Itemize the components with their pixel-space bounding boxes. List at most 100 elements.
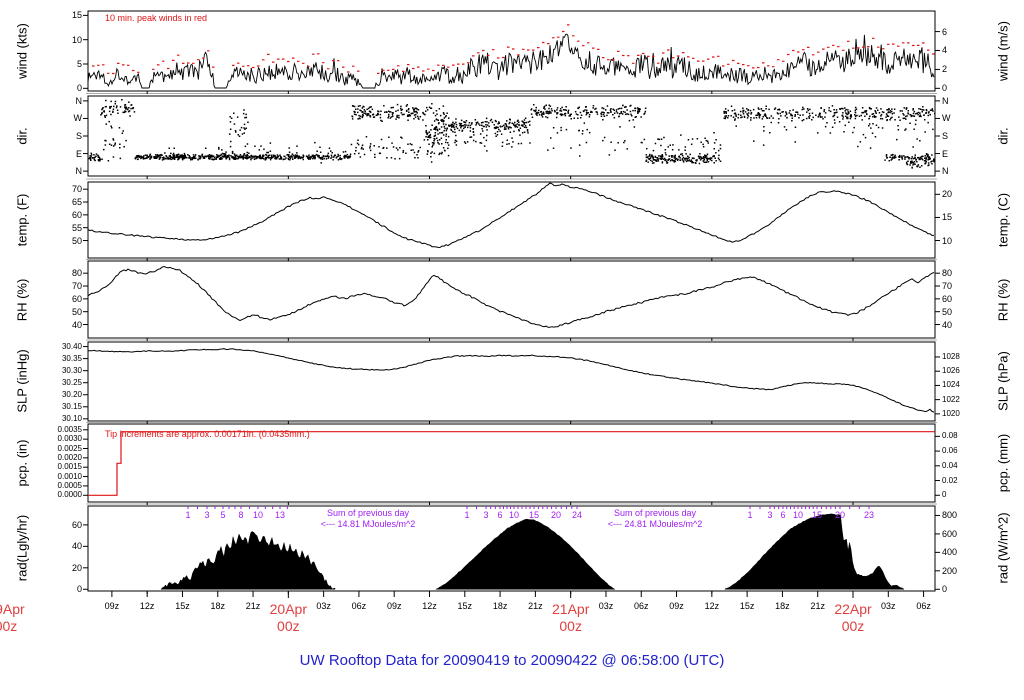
y-tick-label-left: 0.0035: [57, 424, 82, 434]
y-tick-label-left: 30.40: [61, 341, 82, 351]
x-tick-label: 21z: [810, 601, 825, 611]
y-tick-label-left: 0: [76, 83, 82, 94]
x-tick-label: 12z: [422, 601, 437, 611]
y-tick-label-left: N: [75, 166, 83, 177]
y-tick-label-right: E: [942, 148, 949, 159]
y-tick-label-right: 0: [942, 83, 948, 94]
y-tick-label-left: 60: [71, 519, 82, 530]
rad-cumulative-label: 3: [483, 510, 489, 520]
rad-sum-day1-line1: Sum of previous day: [326, 508, 410, 518]
rad-series-day1: [160, 531, 336, 590]
y-tick-label-left: 70: [71, 184, 82, 195]
panel-wind-frame: [87, 10, 936, 92]
y-tick-label-left: 30.25: [61, 377, 82, 387]
y-tick-label-right: 1026: [942, 366, 960, 376]
y-tick-label-right: 1022: [942, 394, 960, 404]
slp-right-axis-label: SLP (hPa): [995, 351, 1011, 411]
rad-sum-day2-line1: Sum of previous day: [613, 508, 697, 518]
y-tick-label-left: 70: [71, 281, 82, 292]
y-tick-label-left: 0.0010: [57, 471, 82, 481]
x-tick-label: 03z: [316, 601, 331, 611]
rad-cumulative-label: 1: [464, 510, 470, 520]
y-tick-label-right: 20: [942, 189, 953, 200]
y-tick-label-left: 0.0025: [57, 443, 82, 453]
x-tick-label: 03z: [881, 601, 896, 611]
temp-right-axis-label: temp. (C): [995, 192, 1011, 248]
x-tick-label: 03z: [598, 601, 614, 611]
wind-left-axis-label: wind (kts): [14, 23, 30, 79]
y-tick-label-right: 400: [942, 547, 958, 558]
x-tick-label: 15z: [457, 601, 473, 611]
panel-rh-frame: [87, 260, 936, 339]
y-tick-label-left: 50: [71, 306, 82, 317]
y-tick-label-right: 6: [942, 26, 948, 37]
x-date-label-hour: 00z: [277, 618, 300, 634]
x-tick-label: 09z: [386, 601, 402, 611]
rad-cumulative-label: 6: [497, 510, 503, 520]
y-tick-label-left: 30.30: [61, 365, 82, 375]
y-tick-label-right: 800: [942, 510, 958, 521]
y-tick-label-left: 0.0005: [57, 480, 82, 490]
y-tick-label-left: 0.0015: [57, 462, 82, 472]
rad-cumulative-label: 15: [528, 510, 540, 520]
x-date-label-day: 20Apr: [269, 601, 308, 617]
rad-cumulative-label: 10: [508, 510, 520, 520]
y-tick-label-left: 5: [76, 59, 82, 69]
y-tick-label-right: 50: [942, 306, 953, 317]
x-tick-label: 06z: [916, 601, 931, 611]
rad-cumulative-label: 3: [204, 510, 210, 520]
rad-sum-day2-line2: <--- 24.81 MJoules/m^2: [607, 519, 703, 529]
x-tick-label: 06z: [633, 601, 649, 611]
pcp-right-axis-label: pcp. (mm): [995, 433, 1011, 493]
y-tick-label-left: 30.35: [61, 353, 82, 363]
rad-cumulative-label: 3: [767, 510, 773, 520]
y-tick-label-right: 0: [942, 584, 948, 595]
x-tick-label: 21z: [528, 601, 543, 611]
y-tick-label-right: 0.06: [942, 446, 958, 456]
y-tick-label-right: 0.08: [942, 431, 958, 441]
rad-cumulative-label: 20: [550, 510, 562, 520]
dir-right-axis-label: dir.: [995, 127, 1011, 145]
y-tick-label-left: 15: [71, 10, 82, 21]
y-tick-label-left: N: [75, 95, 83, 106]
panel-slp-frame: [87, 341, 936, 422]
y-tick-label-right: 0.02: [942, 475, 958, 485]
y-tick-label-right: 0: [942, 490, 947, 500]
y-tick-label-right: 80: [942, 268, 953, 279]
rh-right-axis-label: RH (%): [995, 278, 1011, 322]
temp-series: [87, 182, 935, 249]
y-tick-label-left: 50: [71, 235, 82, 246]
x-tick-label: 18z: [775, 601, 790, 611]
rad-series-day3: [724, 513, 905, 590]
x-tick-label: 12z: [704, 601, 720, 611]
x-tick-label: 09z: [104, 601, 120, 611]
y-tick-label-left: 0.0000: [57, 490, 82, 500]
x-tick-label: 15z: [739, 601, 755, 611]
panel-temp-frame: [87, 181, 936, 259]
y-tick-label-right: 40: [942, 319, 953, 330]
x-date-label-day: 19Apr: [0, 601, 25, 617]
x-date-label-day: 21Apr: [551, 601, 590, 617]
rad-left-axis-label: rad(Lgly/hr): [14, 514, 30, 582]
rad-cumulative-label: 13: [274, 510, 286, 520]
y-tick-label-left: E: [75, 148, 82, 159]
x-tick-label: 12z: [139, 601, 155, 611]
y-tick-label-left: S: [75, 131, 82, 141]
y-tick-label-right: 1020: [942, 408, 960, 418]
y-tick-label-left: 0.0020: [57, 452, 82, 462]
y-tick-label-right: 1024: [942, 380, 960, 390]
y-tick-label-left: 20: [71, 562, 82, 573]
y-tick-label-left: 60: [71, 293, 82, 304]
y-tick-label-right: 15: [942, 212, 953, 223]
rad-cumulative-label: 24: [571, 510, 583, 520]
x-date-label-hour: 00z: [0, 618, 18, 634]
y-tick-label-left: 55: [71, 222, 82, 233]
rad-series-day2: [435, 518, 616, 590]
rad-cumulative-label: 8: [238, 510, 244, 520]
rad-cumulative-label: 20: [834, 510, 846, 520]
y-tick-label-left: 65: [71, 197, 82, 208]
x-tick-label: 21z: [245, 601, 261, 611]
y-tick-label-right: 0.04: [942, 460, 958, 470]
pcp-left-axis-label: pcp. (in): [14, 439, 30, 487]
y-tick-label-right: 2: [942, 64, 948, 75]
